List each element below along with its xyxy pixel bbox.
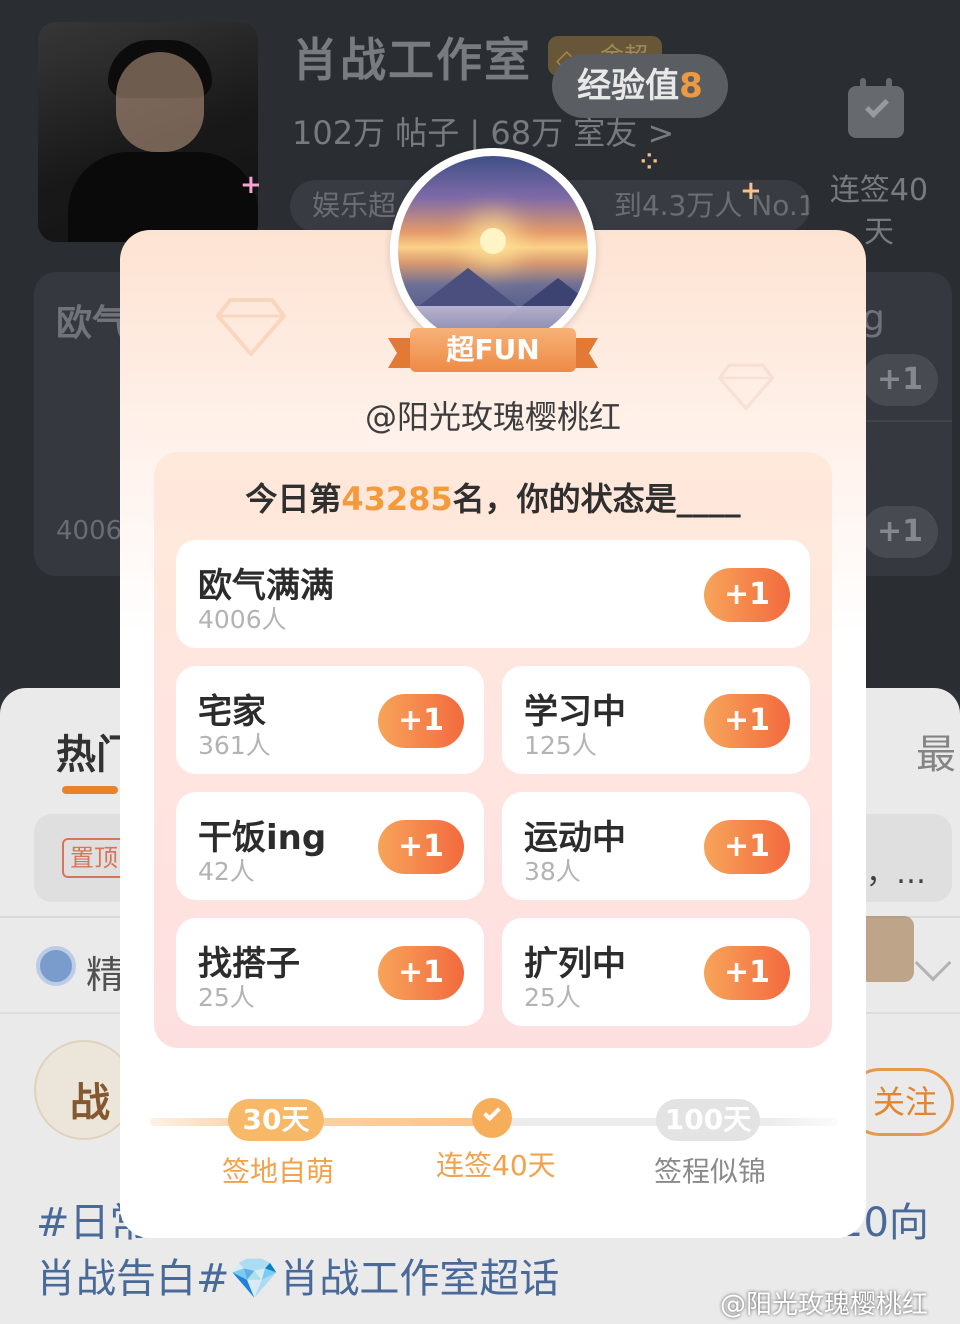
- sparkle-icon: +: [740, 176, 762, 206]
- sparkle-icon: ⁘: [640, 150, 659, 175]
- rank-suffix: 名，你的状态是____: [452, 480, 741, 518]
- option-count: 25人: [524, 983, 581, 1012]
- sparkle-icon: +: [240, 170, 262, 200]
- option-count: 361人: [198, 731, 271, 760]
- status-option-ganfan[interactable]: 干饭ing 42人 +1: [176, 792, 484, 900]
- plus-one-button[interactable]: +1: [704, 568, 790, 622]
- rank-line: 今日第43285名，你的状态是____: [154, 474, 832, 520]
- plus-one-button[interactable]: +1: [704, 946, 790, 1000]
- milestone-30-pill: 30天: [228, 1099, 324, 1141]
- status-option-xuexi[interactable]: 学习中 125人 +1: [502, 666, 810, 774]
- username: @阳光玫瑰樱桃红: [364, 398, 621, 436]
- status-option-kuolie[interactable]: 扩列中 25人 +1: [502, 918, 810, 1026]
- plus-one-button[interactable]: +1: [378, 820, 464, 874]
- status-option-yundong[interactable]: 运动中 38人 +1: [502, 792, 810, 900]
- status-option-zhaodazi[interactable]: 找搭子 25人 +1: [176, 918, 484, 1026]
- milestone-current-name: 连签40天: [436, 1149, 556, 1182]
- user-avatar[interactable]: [390, 148, 596, 354]
- option-count: 125人: [524, 731, 597, 760]
- check-circle-icon: [472, 1098, 512, 1138]
- rank-prefix: 今日第: [245, 480, 342, 518]
- option-count: 38人: [524, 857, 581, 886]
- option-count: 25人: [198, 983, 255, 1012]
- rank-number: 43285: [341, 480, 453, 518]
- milestone-100-name: 签程似锦: [654, 1155, 767, 1188]
- option-count: 42人: [198, 857, 255, 886]
- diamond-icon: [216, 298, 286, 356]
- plus-one-button[interactable]: +1: [378, 946, 464, 1000]
- watermark: @阳光玫瑰樱桃红: [720, 1290, 929, 1320]
- status-option-zhaijia[interactable]: 宅家 361人 +1: [176, 666, 484, 774]
- status-option-ouqi[interactable]: 欧气满满 4006人 +1: [176, 540, 810, 648]
- plus-one-button[interactable]: +1: [704, 820, 790, 874]
- milestone-100-pill: 100天: [656, 1099, 760, 1141]
- plus-one-button[interactable]: +1: [378, 694, 464, 748]
- milestone-30-name: 签地自萌: [222, 1155, 335, 1188]
- fun-badge: 超FUN: [388, 328, 598, 372]
- fun-badge-label: 超FUN: [410, 328, 576, 372]
- plus-one-button[interactable]: +1: [704, 694, 790, 748]
- option-count: 4006人: [198, 605, 287, 634]
